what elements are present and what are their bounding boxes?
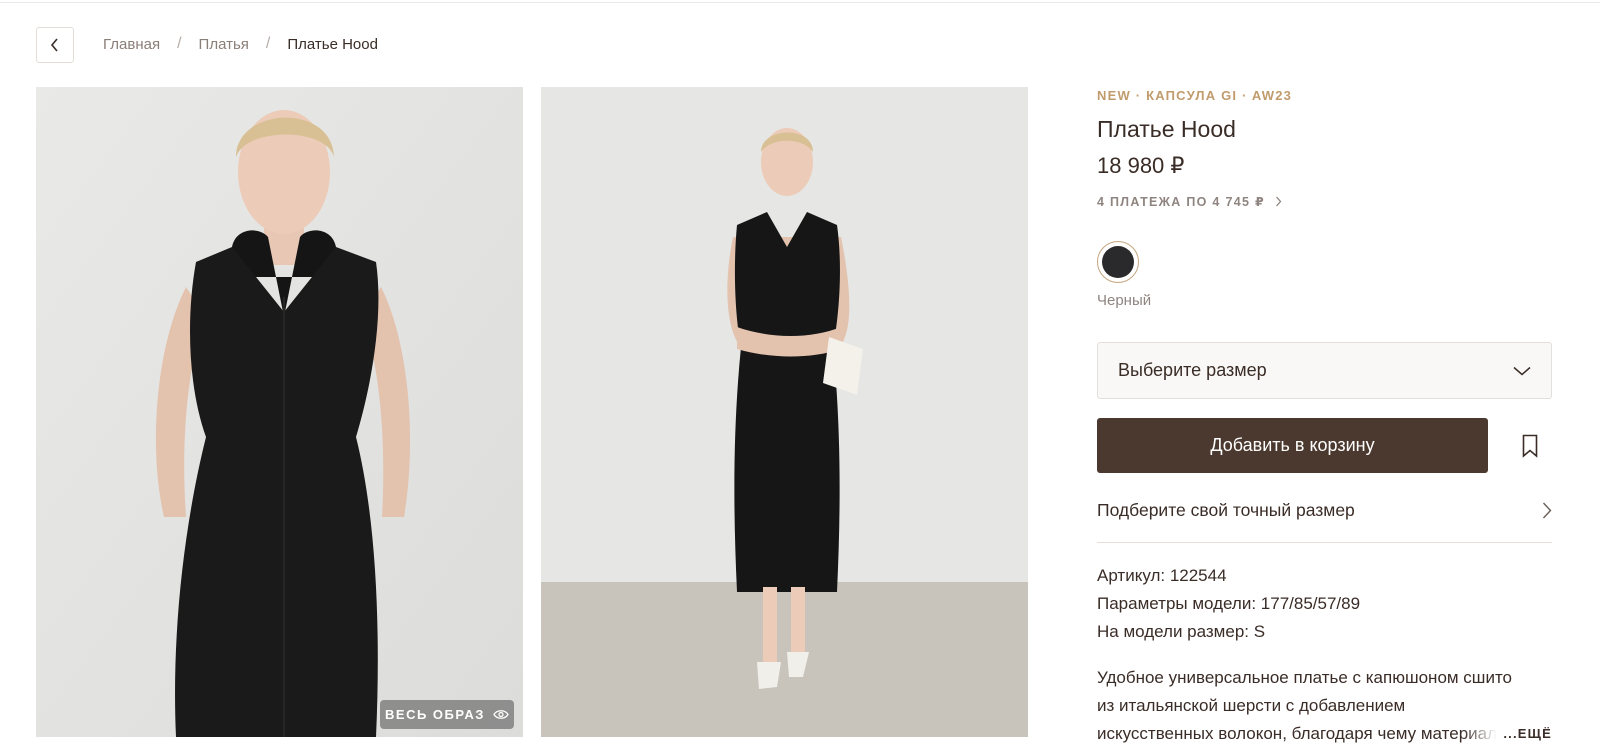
chevron-right-icon bbox=[1276, 196, 1282, 207]
installments-label: 4 ПЛАТЕЖА ПО 4 745 ₽ bbox=[1097, 195, 1265, 209]
chevron-left-icon bbox=[50, 38, 58, 52]
chevron-down-icon bbox=[1513, 366, 1531, 375]
article-number: Артикул: 122544 bbox=[1097, 566, 1227, 585]
eye-icon bbox=[493, 710, 509, 719]
size-finder-link[interactable]: Подберите свой точный размер bbox=[1097, 493, 1552, 543]
breadcrumb-separator: / bbox=[265, 35, 271, 52]
breadcrumb-separator: / bbox=[177, 35, 182, 52]
breadcrumb-home[interactable]: Главная bbox=[103, 36, 160, 53]
product-price: 18 980 ₽ bbox=[1097, 153, 1185, 178]
description-text: Удобное универсальное платье с капюшоном… bbox=[1097, 668, 1512, 743]
breadcrumb-dresses[interactable]: Платья bbox=[199, 36, 249, 53]
model-full-image bbox=[541, 87, 1028, 737]
product-specs: Артикул: 122544 Параметры модели: 177/85… bbox=[1097, 562, 1360, 646]
full-look-label: ВЕСЬ ОБРАЗ bbox=[385, 707, 485, 722]
model-parameters: Параметры модели: 177/85/57/89 bbox=[1097, 594, 1361, 613]
header-bottom-border bbox=[0, 0, 1600, 3]
product-photo-full[interactable] bbox=[541, 87, 1028, 737]
chevron-right-icon bbox=[1542, 502, 1552, 519]
model-size: На модели размер: S bbox=[1097, 622, 1266, 641]
add-to-cart-button[interactable]: Добавить в корзину bbox=[1097, 418, 1488, 473]
installments-link[interactable]: 4 ПЛАТЕЖА ПО 4 745 ₽ bbox=[1097, 194, 1282, 209]
color-swatch-black[interactable] bbox=[1097, 241, 1139, 283]
product-title: Платье Hood bbox=[1097, 116, 1236, 142]
size-select-placeholder: Выберите размер bbox=[1118, 360, 1267, 380]
selected-color-name: Черный bbox=[1097, 292, 1152, 309]
back-button[interactable] bbox=[36, 27, 74, 63]
model-closeup-image bbox=[36, 87, 523, 737]
product-photo-closeup[interactable]: ВЕСЬ ОБРАЗ bbox=[36, 87, 523, 737]
breadcrumb: Главная / Платья / Платье Hood bbox=[103, 35, 378, 53]
breadcrumb-current: Платье Hood bbox=[287, 35, 378, 53]
product-description: Удобное универсальное платье с капюшоном… bbox=[1097, 664, 1552, 746]
bookmark-icon bbox=[1522, 434, 1538, 458]
size-select[interactable]: Выберите размер bbox=[1097, 342, 1552, 399]
full-look-button[interactable]: ВЕСЬ ОБРАЗ bbox=[380, 700, 514, 729]
size-finder-label: Подберите свой точный размер bbox=[1097, 500, 1355, 520]
collection-tagline: NEW · КАПСУЛА GI · AW23 bbox=[1097, 88, 1293, 103]
wishlist-button[interactable] bbox=[1515, 431, 1545, 461]
color-swatch-fill bbox=[1102, 246, 1134, 278]
read-more-button[interactable]: ...ЕЩЁ bbox=[1463, 720, 1552, 746]
